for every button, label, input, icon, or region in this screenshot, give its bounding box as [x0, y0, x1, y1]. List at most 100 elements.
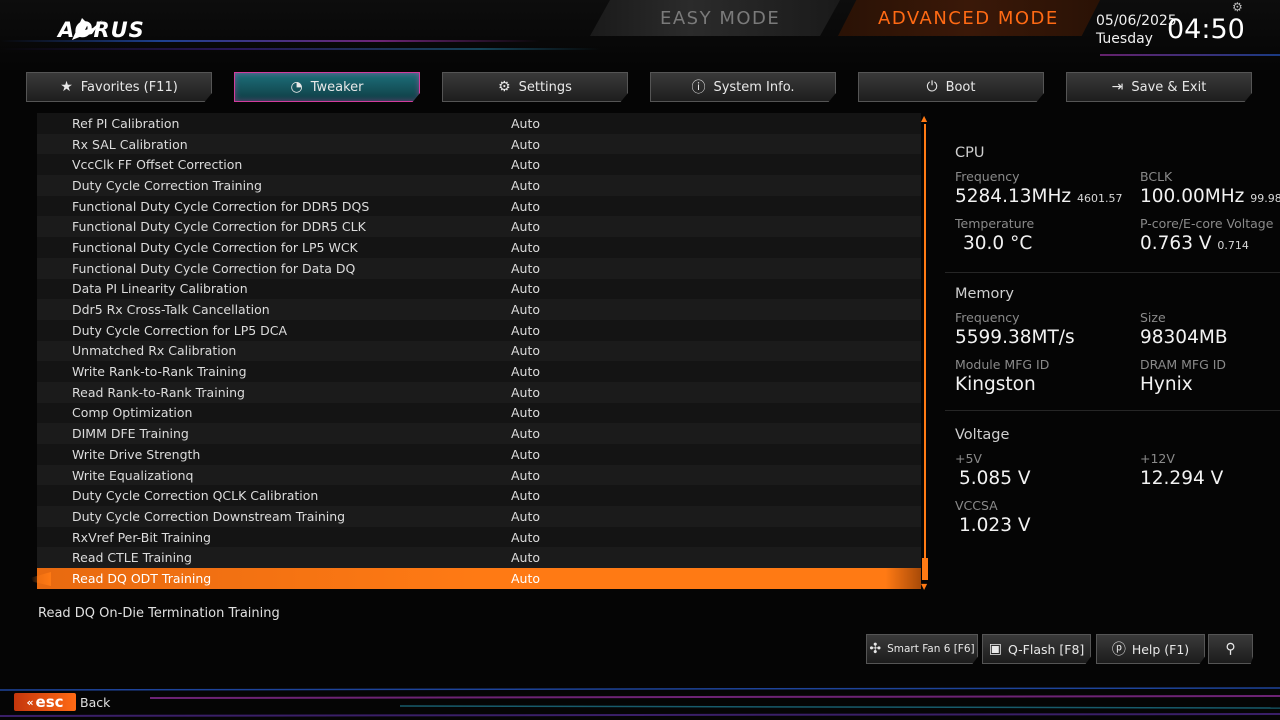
setting-name: Duty Cycle Correction Training [72, 177, 262, 193]
smart-fan-6-f6-button[interactable]: ✣ Smart Fan 6 [F6] [866, 634, 978, 664]
item-description: Read DQ On-Die Termination Training [38, 606, 280, 621]
scroll-thumb[interactable] [922, 558, 928, 580]
setting-value[interactable]: Auto [511, 488, 540, 503]
setting-value[interactable]: Auto [511, 405, 540, 420]
tab-boot[interactable]: ⏻ Boot [858, 72, 1044, 102]
setting-value[interactable]: Auto [511, 178, 540, 193]
star-icon: ★ [60, 79, 73, 95]
tab-label: System Info. [713, 79, 795, 95]
panel-divider [945, 272, 1280, 273]
setting-value[interactable]: Auto [511, 281, 540, 296]
setting-value[interactable]: Auto [511, 447, 540, 462]
settings-row[interactable]: Rx SAL Calibration Auto [37, 133, 921, 155]
settings-row[interactable]: Read CTLE Training Auto [37, 547, 921, 569]
q-flash-f8-button[interactable]: ▣ Q-Flash [F8] [982, 634, 1091, 664]
tab-label: Save & Exit [1131, 79, 1207, 95]
setting-value[interactable]: Auto [511, 323, 540, 338]
settings-row[interactable]: Duty Cycle Correction Training Auto [37, 175, 921, 196]
easy-mode-button[interactable]: EASY MODE [590, 0, 840, 36]
settings-row[interactable]: Read Rank-to-Rank Training Auto [37, 381, 921, 403]
settings-row[interactable]: Duty Cycle Correction QCLK Calibration Au… [37, 485, 921, 507]
back-label[interactable]: Back [80, 695, 110, 710]
footer-decoration [0, 687, 1280, 717]
settings-gear-icon[interactable]: ⚙ [1232, 0, 1243, 14]
power-icon: ⏻ [926, 79, 938, 95]
memory-section-title: Memory [955, 286, 1014, 302]
esc-key-button[interactable]: «esc [14, 693, 76, 711]
settings-row[interactable]: Functional Duty Cycle Correction for DDR… [37, 195, 921, 217]
settings-row-selected[interactable]: Read DQ ODT Training Auto [37, 568, 921, 589]
setting-name: Functional Duty Cycle Correction for LP5… [72, 239, 358, 255]
setting-value[interactable]: Auto [511, 468, 540, 483]
setting-name: RxVref Per-Bit Training [72, 529, 211, 545]
settings-row[interactable]: Functional Duty Cycle Correction for Dat… [37, 257, 921, 279]
settings-row[interactable]: Duty Cycle Correction Downstream Trainin… [37, 506, 921, 527]
setting-name: VccClk FF Offset Correction [72, 157, 243, 173]
setting-name: Rx SAL Calibration [72, 136, 188, 152]
advanced-mode-label: ADVANCED MODE [878, 8, 1059, 29]
settings-row[interactable]: Data PI Linearity Calibration Auto [37, 278, 921, 300]
scroll-down-arrow-icon[interactable]: ▼ [921, 582, 927, 591]
easy-mode-label: EASY MODE [660, 8, 781, 29]
settings-row[interactable]: Functional Duty Cycle Correction for DDR… [37, 216, 921, 238]
setting-name: Functional Duty Cycle Correction for Dat… [72, 260, 356, 276]
scrollbar[interactable]: ▲ ▼ [921, 114, 929, 591]
dram-mfg-label: DRAM MFG ID [1140, 357, 1227, 372]
settings-row[interactable]: Write Drive Strength Auto [37, 444, 921, 465]
cpu-temperature-label: Temperature [955, 216, 1035, 231]
search-button[interactable]: ⚲ [1208, 634, 1253, 664]
setting-value[interactable]: Auto [511, 240, 540, 255]
setting-value[interactable]: Auto [511, 302, 540, 317]
setting-value[interactable]: Auto [511, 426, 540, 441]
setting-value[interactable]: Auto [511, 343, 540, 358]
setting-name: Duty Cycle Correction QCLK Calibration [72, 488, 319, 504]
tab-tweaker[interactable]: ◔ Tweaker [234, 72, 420, 102]
setting-value[interactable]: Auto [511, 364, 540, 379]
setting-value[interactable]: Auto [511, 385, 540, 400]
settings-list: Ref PI Calibration Auto Rx SAL Calibration… [37, 113, 921, 591]
clock-display: 04:50 [1167, 14, 1245, 45]
tab-save-exit[interactable]: ⇥ Save & Exit [1066, 72, 1252, 102]
v5-value: 5.085 V [959, 468, 1031, 489]
cpu-frequency-label: Frequency [955, 169, 1020, 184]
setting-value[interactable]: Auto [511, 116, 540, 131]
settings-row[interactable]: RxVref Per-Bit Training Auto [37, 526, 921, 548]
v5-label: +5V [955, 451, 982, 466]
advanced-mode-button[interactable]: ADVANCED MODE [838, 0, 1100, 36]
settings-row[interactable]: VccClk FF Offset Correction Auto [37, 154, 921, 176]
setting-name: Ref PI Calibration [72, 115, 180, 131]
setting-value[interactable]: Auto [511, 571, 540, 586]
setting-value[interactable]: Auto [511, 509, 540, 524]
tab-label: Settings [518, 79, 572, 95]
v12-value: 12.294 V [1140, 468, 1224, 489]
settings-row[interactable]: Ref PI Calibration Auto [37, 113, 921, 134]
tab-label: Favorites (F11) [80, 79, 178, 95]
button-label: Smart Fan 6 [F6] [887, 643, 975, 655]
setting-value[interactable]: Auto [511, 530, 540, 545]
setting-value[interactable]: Auto [511, 137, 540, 152]
scroll-up-arrow-icon[interactable]: ▲ [921, 114, 927, 123]
tab-settings[interactable]: ⚙ Settings [442, 72, 628, 102]
setting-value[interactable]: Auto [511, 219, 540, 234]
settings-row[interactable]: Unmatched Rx Calibration Auto [37, 340, 921, 362]
settings-row[interactable]: Write Equalizationq Auto [37, 464, 921, 486]
tab-system-info[interactable]: ⓘ System Info. [650, 72, 836, 102]
vccsa-label: VCCSA [955, 498, 998, 513]
system-info-panel: CPU Frequency 5284.13MHz 4601.57 BCLK 10… [945, 112, 1280, 552]
setting-value[interactable]: Auto [511, 199, 540, 214]
help-f1-button[interactable]: ⓟ Help (F1) [1096, 634, 1205, 664]
tab-favorites-f11[interactable]: ★ Favorites (F11) [26, 72, 212, 102]
settings-row[interactable]: Ddr5 Rx Cross-Talk Cancellation Auto [37, 299, 921, 320]
settings-row[interactable]: Write Rank-to-Rank Training Auto [37, 361, 921, 382]
memory-frequency-value: 5599.38MT/s [955, 327, 1075, 348]
settings-row[interactable]: Functional Duty Cycle Correction for LP5… [37, 237, 921, 258]
setting-value[interactable]: Auto [511, 261, 540, 276]
setting-value[interactable]: Auto [511, 550, 540, 565]
settings-row[interactable]: Duty Cycle Correction for LP5 DCA Auto [37, 319, 921, 341]
setting-name: Write Equalizationq [72, 467, 194, 483]
day-text: Tuesday [1096, 31, 1153, 47]
setting-value[interactable]: Auto [511, 157, 540, 172]
settings-row[interactable]: DIMM DFE Training Auto [37, 423, 921, 444]
settings-row[interactable]: Comp Optimization Auto [37, 402, 921, 424]
fan-icon: ✣ [869, 641, 882, 657]
